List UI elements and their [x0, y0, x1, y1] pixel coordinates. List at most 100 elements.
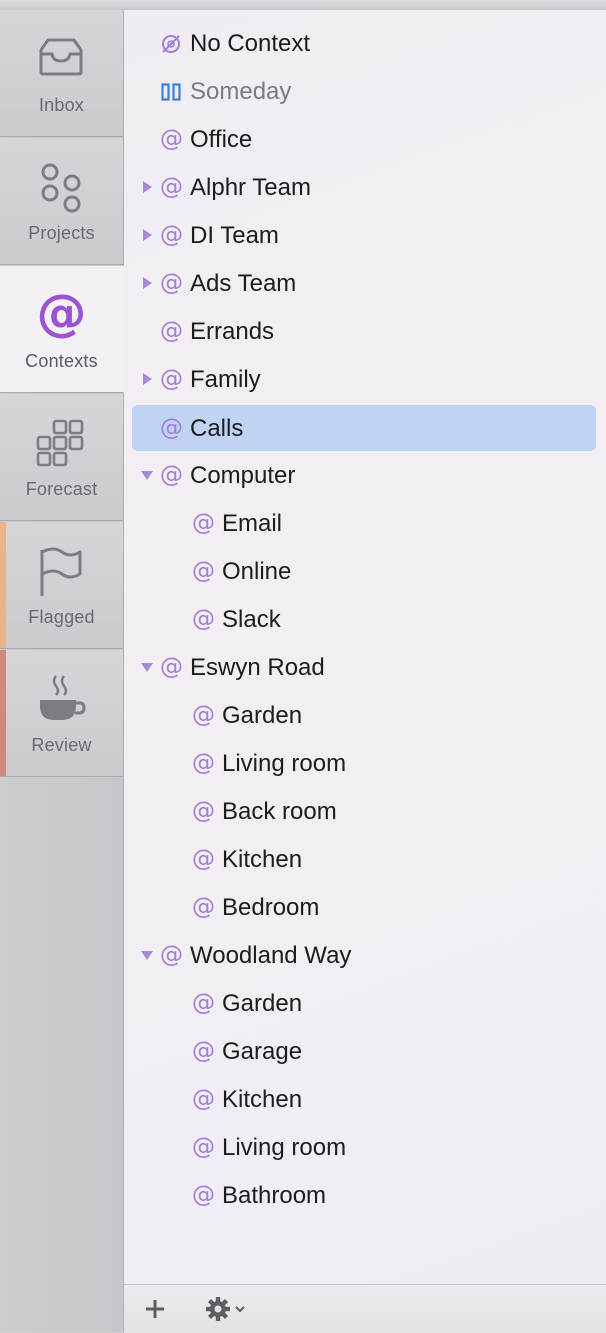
context-row[interactable]: @ Slack [124, 596, 606, 644]
context-row[interactable]: @ Garden [124, 692, 606, 740]
context-row[interactable]: @ Garage [124, 1028, 606, 1076]
disclosure-expanded-icon[interactable] [141, 471, 153, 480]
context-label: Garden [222, 990, 303, 1017]
coffee-cup-icon [40, 675, 86, 720]
at-icon: @ [160, 318, 183, 344]
context-row[interactable]: Someday [124, 68, 606, 116]
context-row[interactable]: @ Living room [124, 1124, 606, 1172]
disclosure-expanded-icon[interactable] [141, 951, 153, 960]
tab-label: Projects [28, 223, 95, 243]
context-label: Back room [222, 798, 337, 825]
tab-label: Forecast [25, 479, 98, 499]
tab-inbox[interactable]: Inbox [0, 10, 123, 137]
disclosure-expanded-icon[interactable] [141, 663, 153, 672]
at-icon: @ [160, 415, 183, 441]
context-row[interactable]: @ DI Team [124, 212, 606, 260]
disclosure-collapsed-icon[interactable] [143, 229, 152, 241]
context-label: Living room [222, 750, 347, 777]
at-icon: @ [192, 702, 215, 728]
no-context-icon [162, 35, 180, 53]
forecast-grid-icon [36, 419, 84, 467]
disclosure-collapsed-icon[interactable] [143, 181, 152, 193]
gear-icon[interactable] [206, 1297, 250, 1321]
context-row[interactable]: @ Calls [132, 405, 596, 451]
at-icon: @ [192, 750, 215, 776]
context-row[interactable]: @ Garden [124, 980, 606, 1028]
tab-flagged[interactable]: Flagged [0, 522, 123, 649]
at-icon: @ [160, 174, 183, 200]
flag-icon [40, 547, 82, 596]
context-row[interactable]: @ Family [124, 356, 606, 404]
pause-icon [161, 83, 181, 101]
context-label: Online [222, 558, 292, 585]
context-row[interactable]: @ Back room [124, 788, 606, 836]
context-row[interactable]: No Context [124, 20, 606, 68]
context-row[interactable]: @ Email [124, 500, 606, 548]
at-icon: @ [192, 1182, 215, 1208]
at-icon: @ [192, 1038, 215, 1064]
context-label: Kitchen [222, 846, 303, 873]
disclosure-collapsed-icon[interactable] [143, 373, 152, 385]
context-row[interactable]: @ Ads Team [124, 260, 606, 308]
context-label: Family [190, 366, 261, 393]
at-icon: @ [192, 558, 215, 584]
tab-label: Review [31, 735, 92, 755]
context-row[interactable]: @ Errands [124, 308, 606, 356]
context-label: Garage [222, 1038, 303, 1065]
context-label: Alphr Team [190, 174, 311, 201]
context-label: Eswyn Road [190, 654, 325, 681]
tab-review[interactable]: Review [0, 650, 123, 777]
at-icon: @ [192, 510, 215, 536]
context-label: Living room [222, 1134, 347, 1161]
at-icon: @ [160, 366, 183, 392]
context-row[interactable]: @ Kitchen [124, 1076, 606, 1124]
tab-contexts[interactable]: @ Contexts [0, 266, 124, 393]
inbox-tray-icon [39, 38, 83, 76]
context-label: Kitchen [222, 1086, 303, 1113]
context-row[interactable]: @ Online [124, 548, 606, 596]
at-icon: @ [192, 846, 215, 872]
at-icon: @ [192, 894, 215, 920]
tab-label: Inbox [38, 95, 85, 115]
tab-label: Flagged [28, 607, 95, 627]
tab-projects[interactable]: Projects [0, 138, 123, 265]
context-row[interactable]: @ Woodland Way [124, 932, 606, 980]
context-row[interactable]: @ Bedroom [124, 884, 606, 932]
at-icon: @ [192, 1086, 215, 1112]
context-row[interactable]: @ Living room [124, 740, 606, 788]
at-icon: @ [192, 1134, 215, 1160]
context-row[interactable]: @ Alphr Team [124, 164, 606, 212]
projects-circles-icon [41, 163, 81, 213]
at-icon: @ [160, 126, 183, 152]
context-row[interactable]: @ Kitchen [124, 836, 606, 884]
flagged-color-stripe [0, 522, 6, 648]
context-label: Computer [190, 462, 296, 489]
tab-label: Contexts [25, 351, 98, 371]
at-icon: @ [160, 270, 183, 296]
context-row[interactable]: @ Bathroom [124, 1172, 606, 1220]
perspective-tab-rail: Inbox Projects @ Contexts Forecast Flagg… [0, 10, 124, 1332]
context-label: Email [222, 510, 283, 537]
context-label: Woodland Way [190, 942, 352, 969]
context-label: Someday [190, 78, 292, 105]
context-label: Slack [222, 606, 281, 633]
context-label: Office [190, 126, 253, 153]
context-label: Calls [190, 415, 244, 442]
review-color-stripe [0, 650, 6, 776]
context-label: Errands [190, 318, 275, 345]
at-icon: @ [160, 222, 183, 248]
context-label: DI Team [190, 222, 279, 249]
contexts-outline: No Context Someday @ Office @ Alphr Team @ DI T… [124, 10, 606, 1284]
context-row[interactable]: @ Eswyn Road [124, 644, 606, 692]
at-icon: @ [192, 990, 215, 1016]
at-icon: @ [192, 606, 215, 632]
context-row[interactable]: @ Computer [124, 452, 606, 500]
at-icon: @ [192, 798, 215, 824]
plus-icon[interactable] [144, 1298, 166, 1320]
context-label: No Context [190, 30, 311, 57]
tab-forecast[interactable]: Forecast [0, 394, 123, 521]
at-icon: @ [160, 654, 183, 680]
disclosure-collapsed-icon[interactable] [143, 277, 152, 289]
context-label: Bedroom [222, 894, 320, 921]
context-row[interactable]: @ Office [124, 116, 606, 164]
